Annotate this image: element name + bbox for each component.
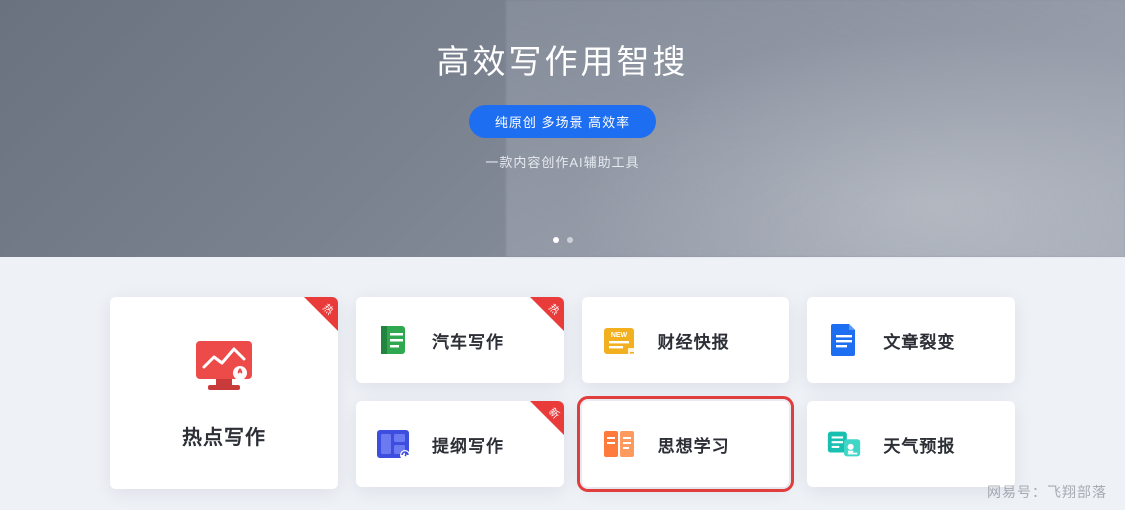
svg-text:NEW: NEW (610, 332, 627, 339)
weather-icon (825, 425, 863, 463)
hero-title: 高效写作用智搜 (437, 35, 689, 83)
card-label: 汽车写作 (432, 328, 504, 353)
study-icon (600, 425, 638, 463)
content-area: 热 热点写作 热 (0, 257, 1125, 489)
card-auto-writing[interactable]: 热 汽车写作 (356, 297, 564, 383)
card-article-split[interactable]: 文章裂变 (807, 297, 1015, 383)
card-label: 提纲写作 (432, 432, 504, 457)
dot-1[interactable] (553, 237, 559, 243)
layout-icon (374, 425, 412, 463)
card-label: 思想学习 (658, 432, 730, 457)
hero-banner: 高效写作用智搜 纯原创 多场景 高效率 一款内容创作AI辅助工具 (0, 0, 1125, 257)
carousel-dots[interactable] (553, 237, 573, 243)
card-label: 文章裂变 (883, 328, 955, 353)
card-thought-study[interactable]: 思想学习 (582, 401, 790, 487)
chart-screen-icon (192, 337, 256, 393)
card-grid: 热 汽车写作 NEW (356, 297, 1015, 489)
card-weather-forecast[interactable]: 天气预报 (807, 401, 1015, 487)
feature-card-label: 热点写作 (182, 421, 266, 450)
news-icon: NEW (600, 321, 638, 359)
book-icon (374, 321, 412, 359)
card-outline-writing[interactable]: 新 提纲写作 (356, 401, 564, 487)
hero-tagline-pill: 纯原创 多场景 高效率 (469, 105, 656, 138)
feature-card-hotspot[interactable]: 热 热点写作 (110, 297, 338, 489)
doc-icon (825, 321, 863, 359)
card-label: 财经快报 (658, 328, 730, 353)
badge-hot: 热 (530, 297, 564, 331)
card-label: 天气预报 (883, 432, 955, 457)
dot-2[interactable] (567, 237, 573, 243)
hero-subtitle: 一款内容创作AI辅助工具 (485, 152, 639, 171)
watermark-text: 网易号：飞翔部落 (987, 482, 1107, 502)
badge-new: 新 (530, 401, 564, 435)
card-finance-news[interactable]: NEW 财经快报 (582, 297, 790, 383)
badge-hot: 热 (304, 297, 338, 331)
